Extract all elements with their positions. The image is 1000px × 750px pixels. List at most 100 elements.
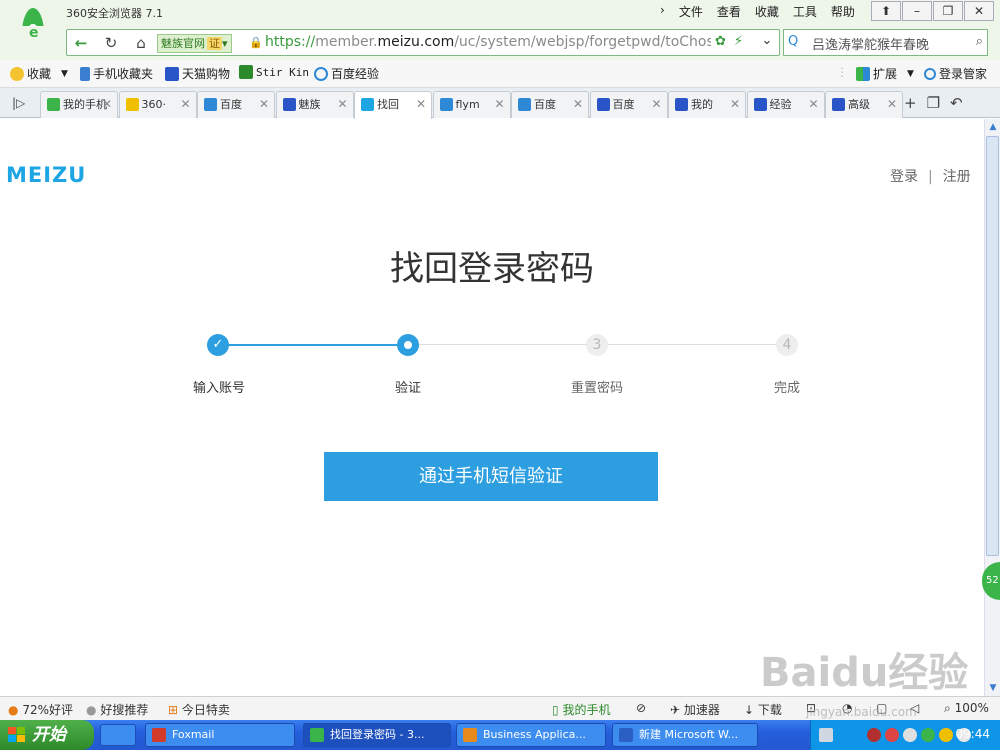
tab-close-icon[interactable]: ✕: [730, 92, 740, 117]
taskbar-task-0[interactable]: Foxmail: [145, 723, 295, 747]
sms-verify-button[interactable]: 通过手机短信验证: [324, 452, 658, 501]
taskbar-task-3[interactable]: 新建 Microsoft W...: [612, 723, 758, 747]
chevron-down-icon[interactable]: ▼: [61, 69, 68, 79]
tab-close-icon[interactable]: ✕: [887, 92, 897, 117]
site-badge-label: 魅族官网: [161, 37, 205, 50]
site-identity-badge[interactable]: 魅族官网证 ▾: [157, 34, 232, 53]
page-content: MEIZU 登录 | 注册 找回登录密码 ✓ 3 4 输入账号 验证 重置密码 完成…: [0, 119, 984, 696]
tab-8[interactable]: 我的 ✕: [668, 91, 746, 118]
my-phone-item[interactable]: ▯ 我的手机: [552, 701, 610, 718]
login-link[interactable]: 登录: [890, 169, 918, 185]
tray-app-icon[interactable]: [903, 728, 917, 742]
rating-item[interactable]: ● 72%好评: [8, 701, 73, 718]
tab-close-icon[interactable]: ✕: [416, 92, 426, 117]
menu-scroll-icon[interactable]: ›: [660, 3, 665, 20]
search-icon[interactable]: ⌕: [976, 34, 983, 49]
accelerator-item[interactable]: ✈ 加速器: [670, 701, 720, 718]
bookmark-tmall[interactable]: 天猫购物: [165, 65, 230, 82]
tab-close-icon[interactable]: ✕: [808, 92, 818, 117]
refresh-icon[interactable]: ↻: [99, 33, 123, 53]
user-icon[interactable]: [867, 728, 881, 742]
scroll-thumb[interactable]: [986, 136, 999, 556]
tab-7[interactable]: 百度 ✕: [589, 91, 668, 118]
tab-close-icon[interactable]: ✕: [337, 92, 347, 117]
skin-icon[interactable]: ⬆: [871, 1, 901, 21]
tab-list-icon[interactable]: ❐: [927, 94, 940, 112]
scroll-up-arrow-icon[interactable]: ▲: [985, 119, 1000, 135]
menu-help[interactable]: 帮助: [831, 3, 855, 20]
tab-1[interactable]: 360· ✕: [118, 91, 197, 118]
tab-close-icon[interactable]: ✕: [102, 92, 112, 117]
bookmark-stirkin[interactable]: Stir Kin: [239, 65, 309, 79]
new-tab-icon[interactable]: +: [904, 94, 917, 112]
tab-label: 我的: [691, 98, 713, 111]
tab-close-icon[interactable]: ✕: [494, 92, 504, 117]
quick-launch-icon[interactable]: [100, 724, 136, 746]
compat-mode-icon[interactable]: ✿: [715, 34, 726, 49]
keyboard-icon[interactable]: [819, 728, 833, 742]
tab-close-icon[interactable]: ✕: [651, 92, 661, 117]
tab-10[interactable]: 高级 ✕: [825, 91, 903, 118]
taskbar-task-1[interactable]: 找回登录密码 - 3...: [303, 723, 451, 747]
tab-9[interactable]: 经验 ✕: [746, 91, 825, 118]
antivirus-icon[interactable]: [885, 728, 899, 742]
login-manager-button[interactable]: 登录管家: [924, 65, 987, 82]
back-arrow-icon[interactable]: ←: [69, 33, 93, 53]
search-input[interactable]: 吕逸涛掌舵猴年春晚: [812, 34, 929, 53]
address-dropdown-icon[interactable]: ⌄: [757, 33, 777, 48]
tab-0[interactable]: 我的手机 ✕: [40, 91, 118, 118]
sidebar-toggle-icon[interactable]: |▷: [12, 96, 25, 110]
page-title: 找回登录密码: [390, 249, 594, 289]
url-text[interactable]: https://member.meizu.com/uc/system/webjs…: [265, 34, 711, 50]
tab-6[interactable]: 百度 ✕: [511, 91, 589, 118]
tab-close-icon[interactable]: ✕: [180, 92, 190, 117]
bookmark-mobile[interactable]: 手机收藏夹: [80, 65, 153, 82]
plus-icon[interactable]: [939, 728, 953, 742]
progress-line-done: [218, 344, 408, 346]
register-link[interactable]: 注册: [943, 169, 971, 185]
scroll-down-arrow-icon[interactable]: ▼: [985, 680, 1000, 696]
today-deals-label: 今日特卖: [181, 703, 230, 717]
menu-favorites[interactable]: 收藏: [755, 3, 779, 20]
shield-icon[interactable]: [921, 728, 935, 742]
home-icon[interactable]: ⌂: [129, 33, 153, 53]
recommend-item[interactable]: ● 好搜推荐: [86, 701, 148, 718]
tab-5[interactable]: flym ✕: [432, 91, 511, 118]
bookmark-baidu-jingyan[interactable]: 百度经验: [314, 65, 379, 82]
tab-3[interactable]: 魅族 ✕: [275, 91, 354, 118]
meizu-logo[interactable]: MEIZU: [6, 163, 86, 187]
bookmarks-bar: 收藏 ▼ 手机收藏夹 天猫购物 Stir Kin 百度经验 ⋮ 扩展 ▼ 登录管家: [0, 60, 1000, 88]
tab-close-icon[interactable]: ✕: [573, 92, 583, 117]
paw-icon: [165, 66, 179, 81]
bookmark-favorites[interactable]: 收藏 ▼: [10, 65, 68, 82]
tab-2[interactable]: 百度 ✕: [197, 91, 275, 118]
extensions-button[interactable]: 扩展 ▼: [856, 65, 914, 82]
vertical-scrollbar[interactable]: ▲ ▼: [984, 119, 1000, 696]
menu-view[interactable]: 查看: [717, 3, 741, 20]
speed-mode-icon[interactable]: ⚡: [734, 34, 743, 49]
task-label: Business Applica...: [483, 728, 586, 741]
tab-close-icon[interactable]: ✕: [259, 92, 269, 117]
close-button[interactable]: ✕: [964, 1, 994, 21]
start-button[interactable]: 开始: [0, 720, 94, 750]
recommend-label: 好搜推荐: [100, 703, 149, 717]
search-engine-icon[interactable]: Q: [788, 34, 798, 49]
tab-favicon-icon: [753, 98, 767, 111]
tab-label: flym: [455, 98, 480, 111]
tab-4[interactable]: 找回 ✕: [354, 91, 432, 119]
menu-file[interactable]: 文件: [679, 3, 703, 20]
chevron-down-icon[interactable]: ▼: [907, 69, 914, 79]
address-bar[interactable]: ← ↻ ⌂ 魅族官网证 ▾ 🔒 https://member.meizu.com/…: [66, 29, 780, 56]
tab-label: 百度: [220, 98, 242, 111]
today-deals-item[interactable]: ⊞ 今日特卖: [168, 701, 230, 718]
tab-favicon-icon: [439, 98, 453, 111]
menu-tools[interactable]: 工具: [793, 3, 817, 20]
zoom-item[interactable]: ⌕ 100%: [944, 701, 989, 716]
undo-close-icon[interactable]: ↶: [950, 94, 963, 112]
restore-button[interactable]: ❐: [933, 1, 963, 21]
search-box[interactable]: Q 吕逸涛掌舵猴年春晚 ⌕: [783, 29, 988, 56]
taskbar-task-2[interactable]: Business Applica...: [456, 723, 606, 747]
download-item[interactable]: ↓ 下载: [744, 701, 782, 718]
minimize-button[interactable]: –: [902, 1, 932, 21]
network-icon[interactable]: ⊘: [636, 701, 646, 715]
